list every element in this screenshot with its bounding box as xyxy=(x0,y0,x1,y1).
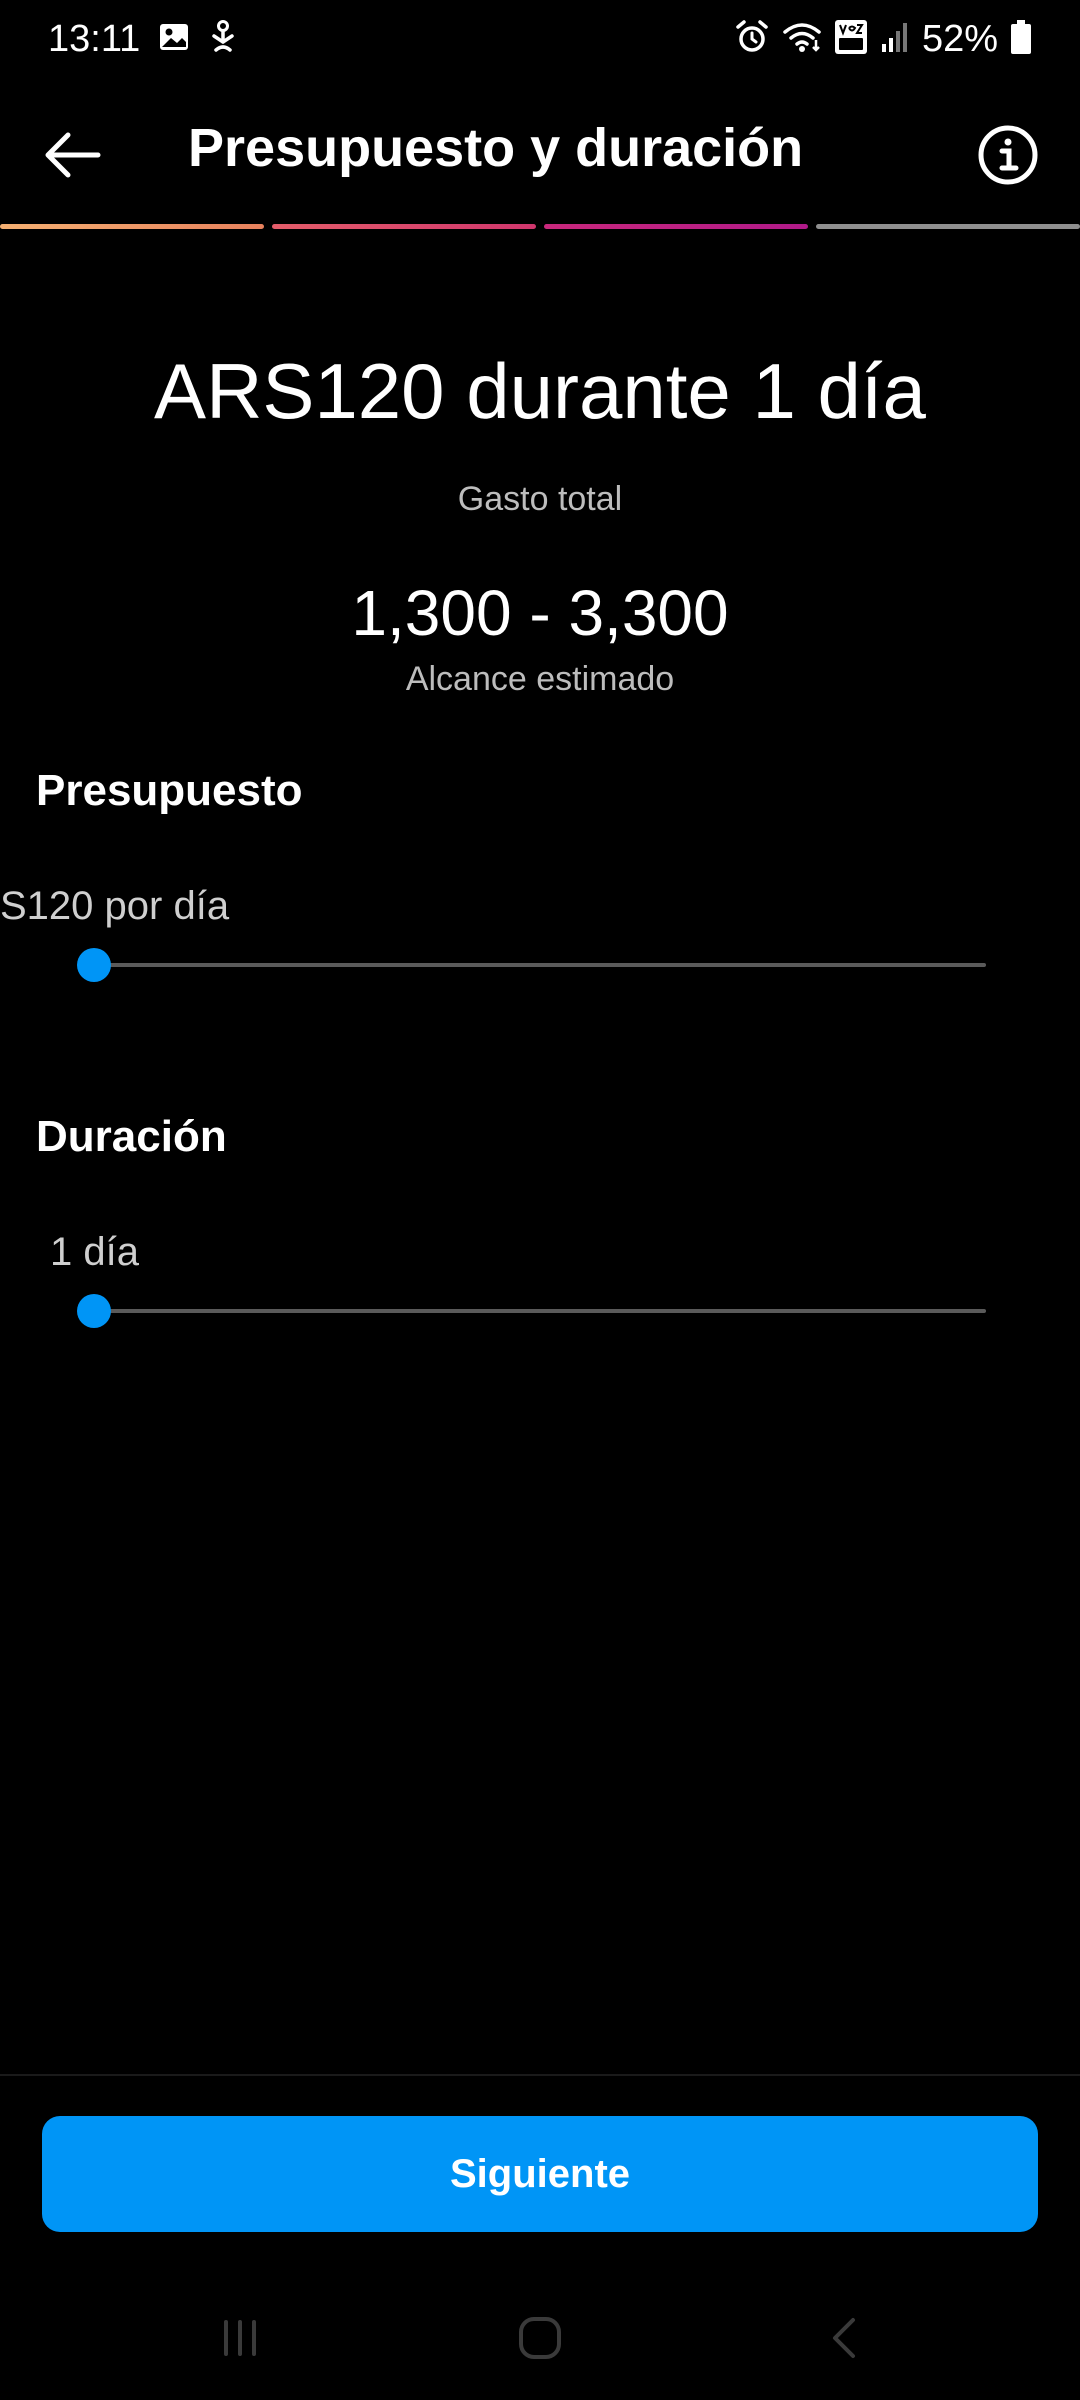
duration-value-label: 1 día xyxy=(50,1230,139,1274)
step-segment-3 xyxy=(544,224,808,229)
footer-divider xyxy=(0,2074,1080,2076)
step-segment-2 xyxy=(272,224,536,229)
budget-slider-thumb[interactable] xyxy=(77,948,111,982)
duration-slider-thumb[interactable] xyxy=(77,1294,111,1328)
wifi-icon xyxy=(782,20,822,59)
volte-4g-icon xyxy=(834,19,868,60)
budget-slider[interactable] xyxy=(77,948,986,982)
alarm-icon xyxy=(734,19,770,60)
estimated-reach-value: 1,300 - 3,300 xyxy=(351,577,729,649)
step-progress xyxy=(0,224,1080,230)
budget-value-text: S120 por día xyxy=(0,884,230,928)
recent-apps-icon xyxy=(224,2320,256,2356)
step-segment-1 xyxy=(0,224,264,229)
battery-icon xyxy=(1010,19,1032,60)
home-button[interactable] xyxy=(500,2308,580,2368)
home-icon xyxy=(519,2317,561,2359)
step-segment-4 xyxy=(816,224,1080,229)
signal-icon xyxy=(880,20,910,59)
back-nav-button[interactable] xyxy=(805,2308,885,2368)
summary-subtitle: Gasto total xyxy=(457,480,623,518)
notification-icon xyxy=(208,20,238,59)
image-icon xyxy=(158,21,190,58)
back-nav-icon xyxy=(833,2318,855,2358)
duration-heading: Duración xyxy=(36,1112,227,1161)
info-icon xyxy=(978,125,1038,185)
budget-heading: Presupuesto xyxy=(36,766,303,815)
duration-slider[interactable] xyxy=(77,1294,986,1328)
budget-value-label: S120 por día xyxy=(0,884,300,929)
recent-apps-button[interactable] xyxy=(200,2308,280,2368)
status-left-icons xyxy=(158,20,238,59)
summary-title: ARS120 durante 1 día xyxy=(154,347,926,435)
battery-percent: 52% xyxy=(921,18,998,60)
page-title: Presupuesto y duración xyxy=(188,118,804,178)
status-time: 13:11 xyxy=(48,18,141,60)
system-nav-bar xyxy=(0,2290,1080,2380)
back-button[interactable] xyxy=(36,119,108,191)
estimated-reach-label: Alcance estimado xyxy=(405,660,675,698)
info-button[interactable] xyxy=(972,119,1044,191)
status-bar: 13:11 52% xyxy=(0,0,1080,80)
app-header: Presupuesto y duración xyxy=(0,95,1080,211)
status-right-icons: 52% xyxy=(734,18,1032,61)
arrow-left-icon xyxy=(45,132,101,178)
next-button[interactable]: Siguiente xyxy=(42,2116,1038,2232)
